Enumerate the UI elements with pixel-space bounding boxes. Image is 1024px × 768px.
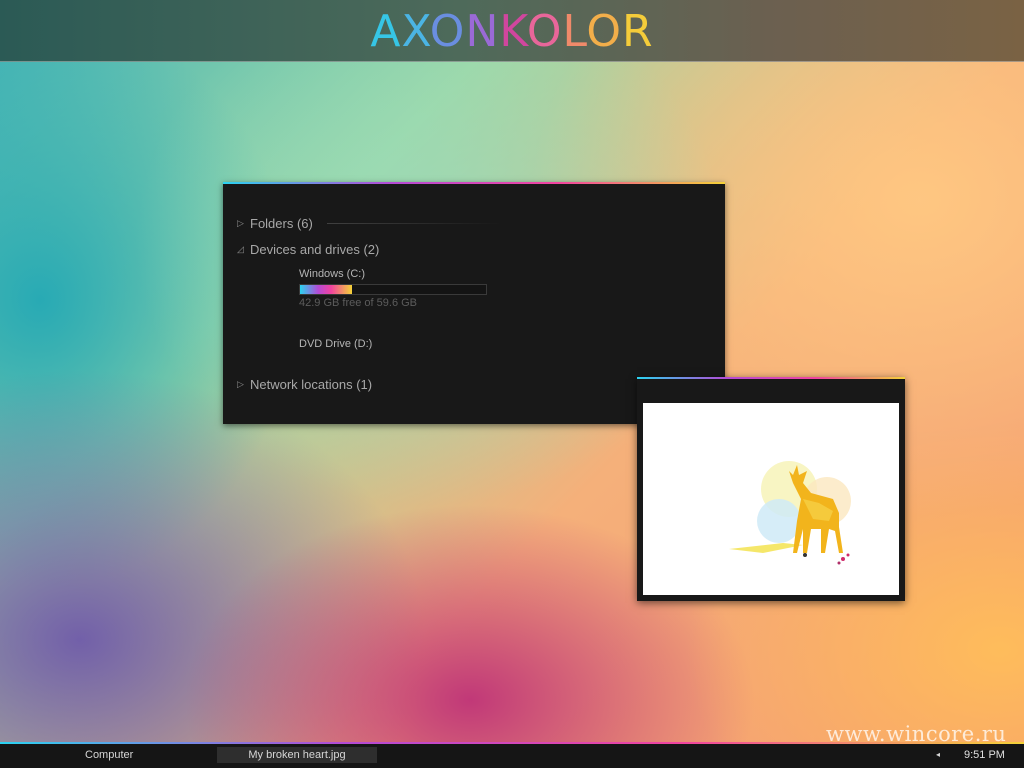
axonkolor-logo: AXONKOLOR	[0, 7, 1024, 57]
logo-letter: R	[622, 6, 654, 57]
pink-splash	[841, 557, 845, 561]
drive-c-label[interactable]: Windows (C:)	[299, 268, 365, 280]
deer-shadow	[729, 543, 803, 553]
image-viewer-window	[637, 377, 905, 601]
group-folders[interactable]: ▷ Folders (6)	[237, 214, 502, 232]
taskbar-accent-strip	[0, 742, 1024, 744]
top-banner: AXONKOLOR	[0, 0, 1024, 62]
deer-illustration	[729, 461, 851, 565]
pink-splash	[846, 553, 850, 557]
drive-c-usage-fill	[300, 285, 353, 294]
drive-d-label[interactable]: DVD Drive (D:)	[299, 338, 372, 350]
taskbar: Computer My broken heart.jpg ◂ 9:51 PM	[0, 742, 1024, 768]
group-network-locations[interactable]: ▷ Network locations (1)	[237, 375, 372, 393]
logo-letter: N	[465, 6, 500, 57]
logo-letter: K	[499, 6, 527, 57]
collapse-arrow-icon[interactable]: ◿	[237, 244, 250, 255]
logo-letter: O	[586, 6, 623, 57]
logo-letter: L	[562, 6, 587, 57]
logo-letter: A	[370, 6, 402, 57]
taskbar-item-computer[interactable]: Computer	[85, 749, 133, 761]
blue-bubble	[757, 499, 801, 543]
group-devices-and-drives[interactable]: ◿ Devices and drives (2)	[237, 240, 379, 258]
logo-letter: X	[401, 6, 430, 57]
logo-letter: O	[429, 6, 466, 57]
drive-c-usage-bar	[299, 284, 487, 295]
expand-arrow-icon[interactable]: ▷	[237, 218, 250, 229]
group-label-network: Network locations (1)	[250, 376, 373, 392]
window-accent-strip	[223, 182, 725, 184]
bird-figure	[803, 553, 807, 557]
group-label-folders: Folders (6)	[250, 215, 313, 231]
pink-splash	[837, 561, 841, 565]
taskbar-clock[interactable]: 9:51 PM	[964, 749, 1005, 761]
logo-letter: O	[526, 6, 563, 57]
expand-arrow-icon[interactable]: ▷	[237, 379, 250, 390]
drive-c-free-space: 42.9 GB free of 59.6 GB	[299, 297, 418, 309]
taskbar-item-image[interactable]: My broken heart.jpg	[217, 747, 377, 763]
photo-preview[interactable]	[643, 403, 899, 595]
group-divider	[327, 223, 502, 224]
group-label-devices: Devices and drives (2)	[250, 241, 380, 257]
window-accent-strip	[637, 377, 905, 379]
tray-expand-icon[interactable]: ◂	[936, 750, 940, 759]
